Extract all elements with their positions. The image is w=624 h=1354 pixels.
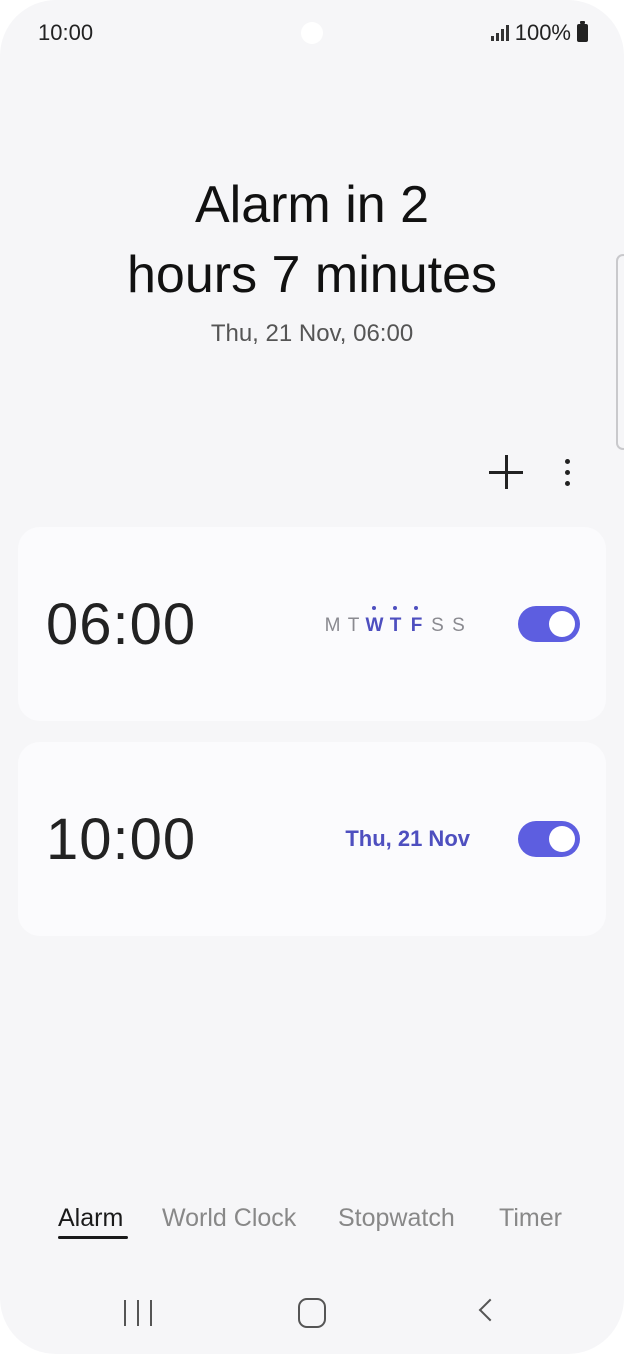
title-line-2: hours 7 minutes (127, 246, 497, 304)
day-monday: M (324, 615, 341, 636)
day-wednesday: W (365, 606, 384, 636)
home-icon[interactable] (298, 1298, 326, 1328)
recent-apps-icon[interactable] (124, 1300, 152, 1326)
day-friday: F (406, 606, 427, 637)
day-saturday: S (431, 615, 444, 636)
alarm-card[interactable]: 06:00 M T W T F S S (18, 527, 606, 721)
day-thursday: T (385, 606, 406, 637)
status-time: 10:00 (38, 20, 94, 45)
signal-icon (490, 25, 509, 41)
repeat-days: M T W T F S S (322, 606, 469, 637)
alarm-date: Thu, 21 Nov (345, 826, 470, 851)
front-camera (301, 22, 323, 44)
add-alarm-button[interactable] (484, 450, 528, 494)
title-line-1: Alarm in 2 (194, 176, 430, 234)
next-alarm-date: Thu, 21 Nov, 06:00 (210, 320, 414, 347)
more-vertical-icon (564, 458, 570, 464)
more-options-button[interactable] (552, 450, 582, 494)
alarm-time: 06:00 (46, 592, 197, 657)
tab-alarm[interactable]: Alarm (58, 1204, 123, 1233)
alarm-time: 10:00 (46, 807, 197, 872)
tab-stopwatch[interactable]: Stopwatch (338, 1204, 455, 1233)
active-tab-indicator (58, 1236, 128, 1239)
status-indicators: 100% (490, 20, 588, 46)
alarm-toggle[interactable] (518, 821, 580, 857)
tab-world-clock[interactable]: World Clock (162, 1204, 296, 1233)
status-bar: 10:00 100% (0, 0, 624, 66)
next-alarm-title: Alarm in 2 hours 7 minutes (0, 170, 624, 310)
back-icon[interactable] (478, 1298, 502, 1322)
battery-icon (577, 21, 588, 42)
alarm-toggle[interactable] (518, 606, 580, 642)
phone-screen: 10:00 100% Alarm in 2 hours 7 minutes Th… (0, 0, 624, 1354)
alarm-card[interactable]: 10:00 Thu, 21 Nov (18, 742, 606, 936)
tab-timer[interactable]: Timer (499, 1204, 562, 1233)
battery-percentage: 100% (514, 20, 571, 45)
navigation-bar (0, 1284, 624, 1344)
day-tuesday: T (347, 615, 360, 636)
bottom-tabs: Alarm World Clock Stopwatch Timer (0, 1200, 624, 1246)
day-sunday: S (452, 615, 465, 636)
